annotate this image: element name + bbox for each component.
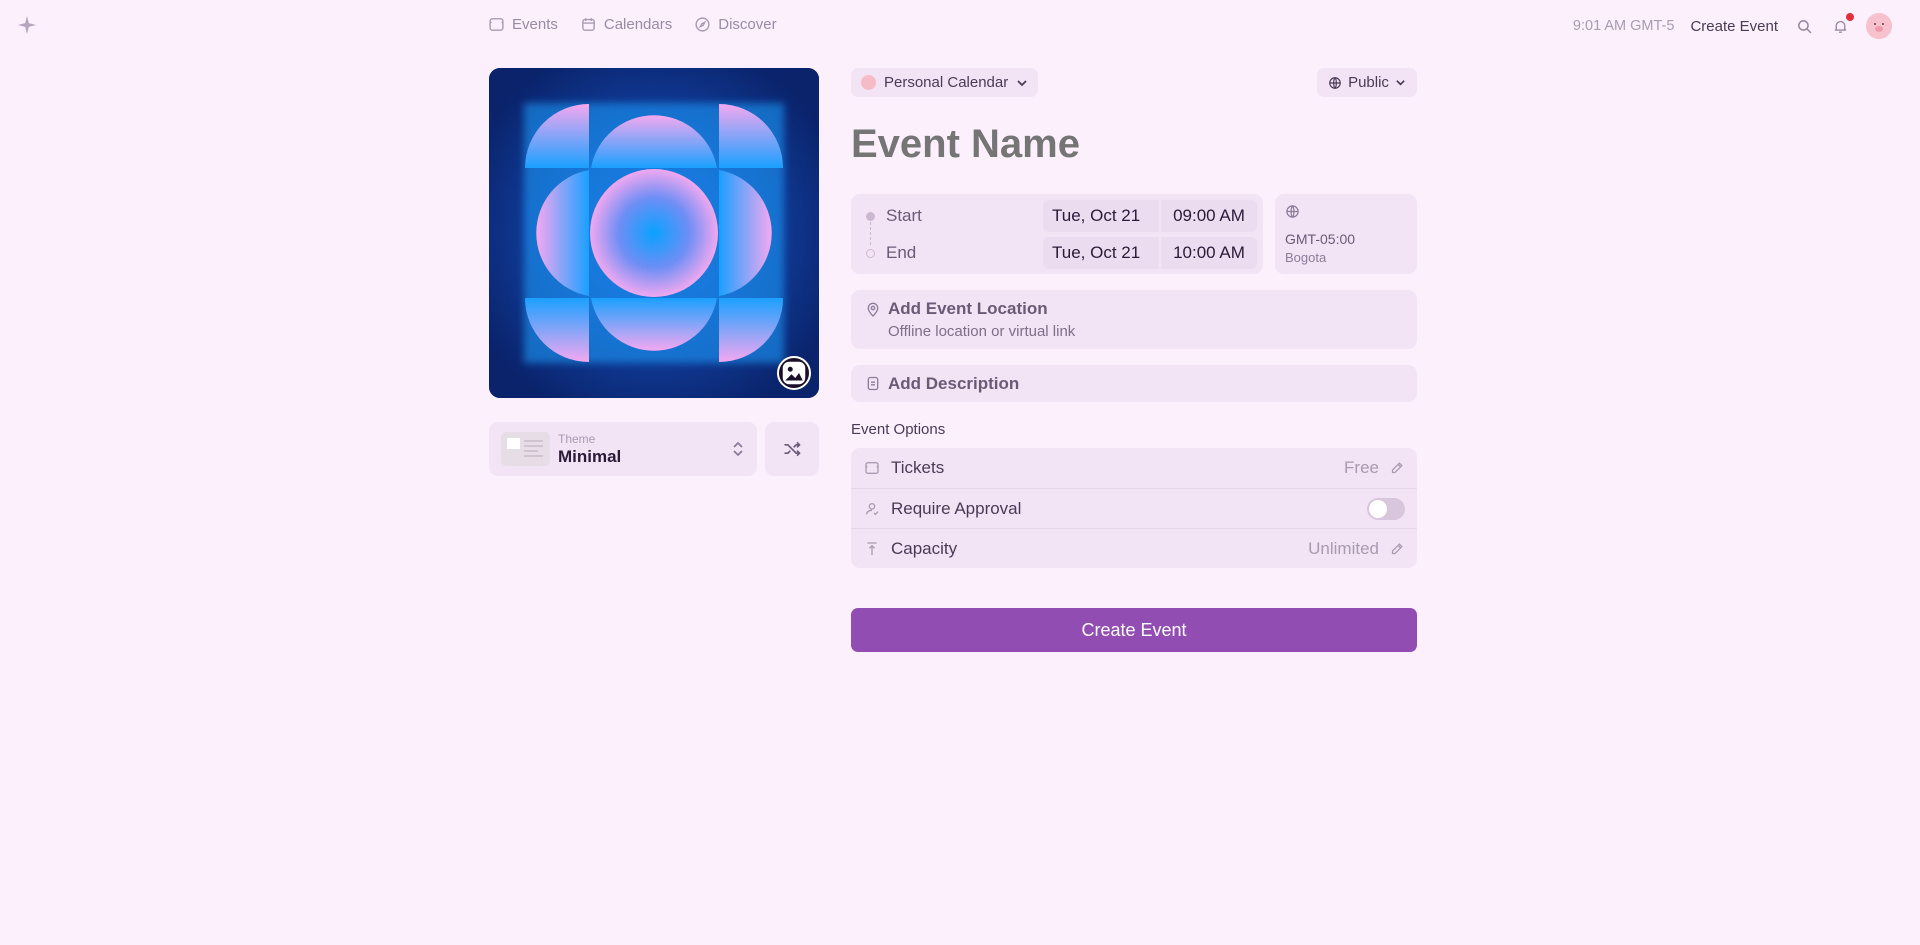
globe-icon xyxy=(1286,205,1299,218)
end-date-field[interactable]: Tue, Oct 21 xyxy=(1043,237,1159,269)
sparkle-icon[interactable] xyxy=(16,14,38,36)
timezone-city: Bogota xyxy=(1285,250,1327,265)
nav-item-discover[interactable]: Discover xyxy=(694,16,777,33)
chevron-up-down-icon xyxy=(733,441,743,457)
pencil-icon[interactable] xyxy=(1390,541,1405,556)
end-time-field[interactable]: 10:00 AM xyxy=(1161,237,1257,269)
main-nav: Events Calendars Discover xyxy=(488,16,777,33)
start-date-field[interactable]: Tue, Oct 21 xyxy=(1043,200,1159,232)
change-image-button[interactable] xyxy=(777,356,811,390)
toggle-knob xyxy=(1369,500,1387,518)
notifications-button[interactable] xyxy=(1830,13,1854,36)
capacity-value: Unlimited xyxy=(1308,538,1379,558)
globe-icon xyxy=(1329,76,1341,89)
chevron-down-icon xyxy=(1017,79,1027,86)
calendar-icon xyxy=(581,18,595,31)
require-approval-option: Require Approval xyxy=(851,488,1417,528)
cover-artwork xyxy=(489,68,819,398)
event-options-heading: Event Options xyxy=(851,421,946,438)
add-description-button[interactable]: Add Description xyxy=(851,365,1417,402)
location-subtitle: Offline location or virtual link xyxy=(888,323,1076,340)
end-row: End Tue, Oct 21 10:00 AM xyxy=(851,236,1263,270)
end-dot xyxy=(866,248,875,258)
tickets-value: Free xyxy=(1344,458,1379,477)
calendar-selector-label: Personal Calendar xyxy=(884,74,1009,91)
calendar-selector[interactable]: Personal Calendar xyxy=(851,68,1039,97)
end-label: End xyxy=(886,243,917,262)
visibility-label: Public xyxy=(1348,74,1389,91)
tickets-label: Tickets xyxy=(891,458,945,477)
start-row: Start Tue, Oct 21 09:00 AM xyxy=(851,199,1263,233)
nav-item-label: Events xyxy=(512,16,558,33)
tickets-option[interactable]: Tickets Free xyxy=(851,448,1417,488)
nav-item-label: Discover xyxy=(718,16,777,33)
compass-icon xyxy=(695,17,710,32)
theme-preview-thumbnail xyxy=(501,432,550,466)
nav-item-label: Calendars xyxy=(603,16,673,33)
theme-selector[interactable]: Theme Minimal xyxy=(489,422,757,476)
notification-dot xyxy=(1846,13,1854,21)
document-icon xyxy=(867,376,879,391)
description-title: Add Description xyxy=(888,374,1020,393)
create-event-button[interactable]: Create Event xyxy=(851,608,1417,652)
user-check-icon xyxy=(866,503,879,516)
nav-item-events[interactable]: Events xyxy=(488,16,558,33)
visibility-selector[interactable]: Public xyxy=(1317,68,1417,97)
map-pin-icon xyxy=(867,302,879,317)
capacity-option[interactable]: Capacity Unlimited xyxy=(851,528,1417,568)
shuffle-theme-button[interactable] xyxy=(765,422,819,476)
search-button[interactable] xyxy=(1794,16,1814,36)
nav-item-calendars[interactable]: Calendars xyxy=(580,16,672,33)
location-title: Add Event Location xyxy=(888,299,1048,318)
start-label: Start xyxy=(886,206,922,225)
image-icon xyxy=(782,361,806,385)
timezone-selector[interactable]: GMT-05:00 Bogota xyxy=(1275,194,1417,274)
require-approval-toggle[interactable] xyxy=(1367,498,1405,520)
event-cover-image[interactable] xyxy=(489,68,819,398)
start-dot xyxy=(866,211,875,221)
top-bar: Events Calendars Discover 9:01 AM GMT-5 … xyxy=(0,0,1920,52)
pig-avatar-icon xyxy=(1866,13,1892,39)
start-time-field[interactable]: 09:00 AM xyxy=(1161,200,1257,232)
avatar[interactable] xyxy=(1866,13,1892,39)
current-time: 9:01 AM GMT-5 xyxy=(1572,18,1675,34)
capacity-label: Capacity xyxy=(891,538,958,558)
shuffle-icon xyxy=(784,441,801,457)
theme-value: Minimal xyxy=(558,446,622,466)
event-name-input[interactable] xyxy=(851,116,1417,172)
pencil-icon[interactable] xyxy=(1390,460,1405,475)
ticket-icon xyxy=(865,462,879,474)
datetime-picker: Start Tue, Oct 21 09:00 AM End Tue, Oct … xyxy=(851,194,1263,274)
search-icon xyxy=(1797,19,1811,33)
require-approval-label: Require Approval xyxy=(891,498,1022,518)
ticket-icon xyxy=(489,18,504,31)
theme-label: Theme xyxy=(558,431,596,446)
timezone-offset: GMT-05:00 xyxy=(1285,231,1356,247)
create-event-link[interactable]: Create Event xyxy=(1690,18,1778,35)
right-nav: 9:01 AM GMT-5 Create Event xyxy=(1573,13,1892,39)
add-location-button[interactable]: Add Event Location Offline location or v… xyxy=(851,290,1417,349)
calendar-avatar xyxy=(861,75,876,90)
chevron-down-icon xyxy=(1396,80,1405,86)
capacity-icon xyxy=(867,542,877,555)
event-options-panel: Tickets Free Require Approval Capacity U… xyxy=(851,448,1417,568)
bell-icon xyxy=(1834,20,1846,33)
